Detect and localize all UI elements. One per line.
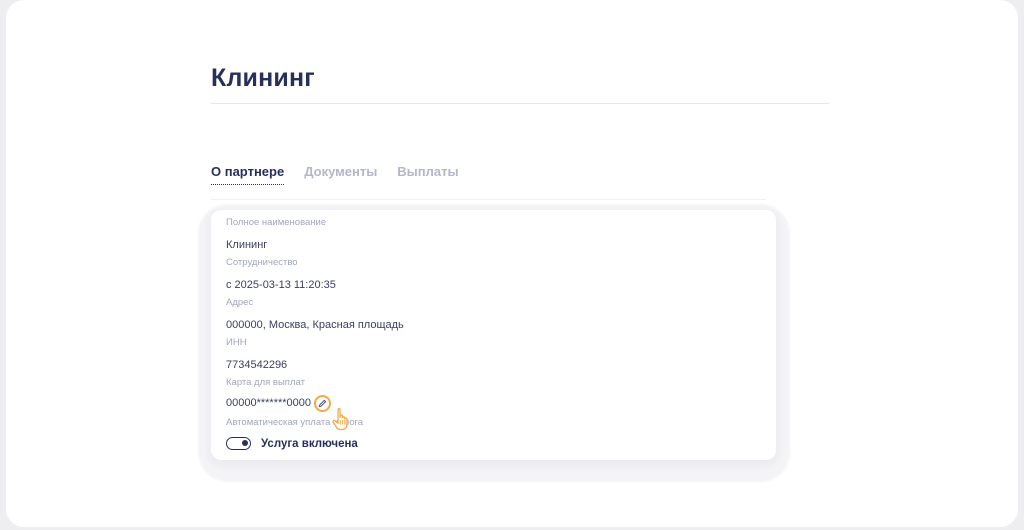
- inn-value: 7734542296: [226, 359, 288, 371]
- field-full-name: Полное наименование Клининг: [226, 217, 326, 252]
- autopay-toggle-row: Услуга включена: [226, 437, 363, 450]
- address-label: Адрес: [226, 297, 254, 308]
- cooperation-label: Сотрудничество: [226, 257, 298, 268]
- address-value: 000000, Москва, Красная площадь: [226, 319, 404, 331]
- toggle-knob: [242, 440, 248, 446]
- autopay-status: Услуга включена: [261, 437, 358, 450]
- tab-documents[interactable]: Документы: [304, 164, 377, 185]
- autopay-toggle[interactable]: [226, 437, 251, 450]
- payout-card-value: 00000*******0000: [226, 397, 312, 409]
- full-name-value: Клининг: [226, 239, 268, 251]
- edit-card-button[interactable]: [314, 395, 332, 412]
- title-divider: [211, 103, 829, 104]
- tab-about-partner[interactable]: О партнере: [211, 164, 285, 185]
- tab-payouts[interactable]: Выплаты: [397, 164, 458, 185]
- hand-pointer-icon: [332, 408, 348, 431]
- field-address: Адрес 000000, Москва, Красная площадь: [226, 297, 404, 332]
- page-title: Клининг: [211, 64, 315, 92]
- payout-card-label: Карта для выплат: [226, 377, 305, 388]
- field-cooperation: Сотрудничество с 2025-03-13 11:20:35: [226, 257, 336, 292]
- partner-details-card: Полное наименование Клининг Сотрудничест…: [211, 210, 776, 460]
- full-name-label: Полное наименование: [226, 217, 327, 228]
- tabs-divider: [211, 199, 766, 200]
- tab-bar: О партнере Документы Выплаты: [211, 164, 459, 185]
- cooperation-value: с 2025-03-13 11:20:35: [226, 279, 336, 291]
- field-inn: ИНН 7734542296: [226, 337, 287, 372]
- pencil-icon: [318, 399, 327, 408]
- field-payout-card: Карта для выплат 00000*******0000: [226, 377, 332, 412]
- inn-label: ИНН: [226, 337, 247, 348]
- payout-card-row: 00000*******0000: [226, 395, 332, 412]
